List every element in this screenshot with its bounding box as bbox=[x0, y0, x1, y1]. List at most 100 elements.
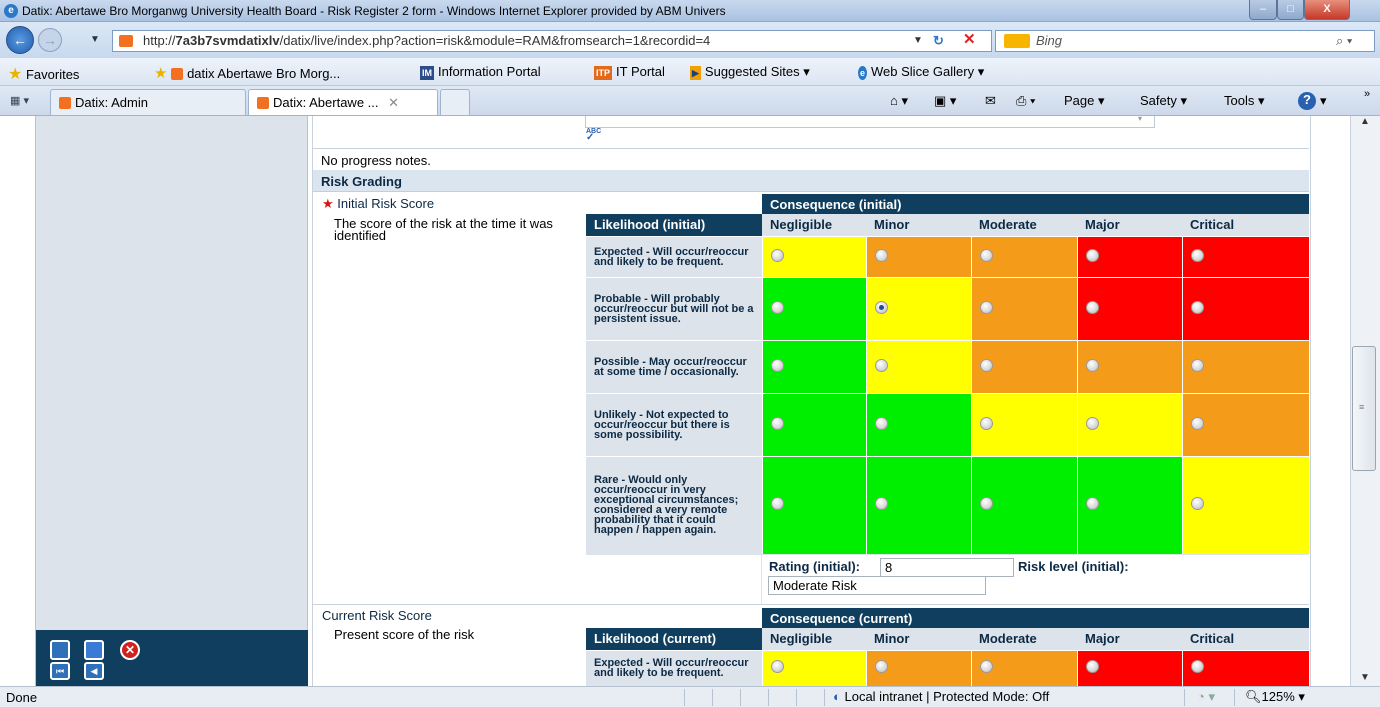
sidebar bbox=[36, 116, 308, 686]
right-margin bbox=[1310, 116, 1350, 686]
risk-radio[interactable] bbox=[770, 497, 784, 511]
page-menu[interactable]: Page ▾ bbox=[1064, 93, 1105, 109]
fav-datix-label: datix Abertawe Bro Morg... bbox=[187, 66, 341, 81]
safety-menu[interactable]: Safety ▾ bbox=[1140, 93, 1187, 109]
new-tab[interactable] bbox=[440, 89, 470, 115]
record-toolbar: ✕ ⏮ ◀ bbox=[36, 630, 308, 686]
print-icon[interactable]: ⎙ ▾ bbox=[1016, 93, 1035, 109]
search-icon[interactable]: ⌕ ▾ bbox=[1336, 31, 1352, 51]
help-icon[interactable]: ? bbox=[1298, 92, 1316, 110]
feeds-icon[interactable]: ▣ ▾ bbox=[934, 93, 956, 109]
risk-radio[interactable] bbox=[979, 358, 993, 372]
overflow-chevron-icon[interactable]: » bbox=[1364, 88, 1370, 100]
cancel-button[interactable]: ✕ bbox=[120, 640, 140, 660]
risk-radio[interactable] bbox=[1190, 248, 1204, 262]
risk-cell bbox=[1076, 392, 1182, 456]
back-arrow-icon: ← bbox=[13, 32, 27, 48]
risk-cell bbox=[1181, 235, 1309, 277]
risk-radio[interactable] bbox=[1190, 497, 1204, 511]
likelihood-initial-header: Likelihood (initial) bbox=[586, 214, 762, 236]
risk-radio[interactable] bbox=[874, 248, 888, 262]
risk-radio[interactable] bbox=[874, 416, 888, 430]
risk-radio[interactable] bbox=[874, 358, 888, 372]
fav-webslice[interactable]: e Web Slice Gallery ▾ bbox=[858, 64, 984, 80]
risk-cell bbox=[1076, 649, 1182, 686]
tools-menu[interactable]: Tools ▾ bbox=[1224, 93, 1265, 109]
risk-radio[interactable] bbox=[1085, 497, 1099, 511]
back-button[interactable]: ← bbox=[6, 26, 34, 54]
fav-info-portal[interactable]: IM Information Portal bbox=[420, 64, 541, 80]
tab-bar: ▦ ▾ Datix: Admin Datix: Abertawe ... ✕ ⌂… bbox=[0, 86, 1380, 116]
rating-initial-label: Rating (initial): bbox=[769, 559, 860, 574]
tab-datix-admin[interactable]: Datix: Admin bbox=[50, 89, 246, 115]
status-segment bbox=[712, 689, 740, 706]
risk-radio[interactable] bbox=[770, 660, 784, 674]
zoom-control[interactable]: 🔍︎125% ▾ bbox=[1234, 689, 1354, 706]
risk-cell bbox=[1076, 339, 1182, 393]
refresh-icon[interactable]: ↻ bbox=[933, 31, 944, 51]
help-dropdown-icon[interactable]: ▾ bbox=[1320, 93, 1327, 109]
previous-record-button[interactable]: ◀ bbox=[84, 662, 104, 680]
risk-radio[interactable] bbox=[1190, 660, 1204, 674]
col-header-minor: Minor bbox=[866, 214, 971, 236]
risk-radio[interactable] bbox=[770, 358, 784, 372]
search-field[interactable]: Bing ⌕ ▾ bbox=[995, 30, 1375, 52]
risk-radio[interactable] bbox=[1085, 248, 1099, 262]
url-field[interactable]: http://7a3b7svmdatixlv/datix/live/index.… bbox=[112, 30, 992, 52]
risk-radio[interactable] bbox=[1085, 300, 1099, 314]
risk-radio[interactable] bbox=[770, 300, 784, 314]
url-dropdown-icon[interactable]: ▼ bbox=[913, 31, 923, 51]
risk-radio[interactable] bbox=[874, 660, 888, 674]
section-title: Risk Grading bbox=[321, 174, 402, 189]
mail-icon[interactable]: ✉ bbox=[985, 93, 996, 109]
history-dropdown-icon[interactable]: ▼ bbox=[90, 34, 100, 45]
new-record-button[interactable] bbox=[50, 640, 70, 660]
protected-mode-icon[interactable]: ◔ ▾ bbox=[1184, 689, 1234, 706]
risk-radio[interactable] bbox=[770, 248, 784, 262]
tab-datix-abertawe[interactable]: Datix: Abertawe ... ✕ bbox=[248, 89, 438, 115]
current-risk-description: Present score of the risk bbox=[334, 627, 475, 642]
scroll-down-icon[interactable]: ▼ bbox=[1360, 672, 1370, 683]
zone-indicator[interactable]: ◐ Local intranet | Protected Mode: Off bbox=[824, 689, 1114, 706]
risk-radio[interactable] bbox=[979, 660, 993, 674]
risk-radio[interactable] bbox=[1085, 358, 1099, 372]
itp-icon: ITP bbox=[594, 66, 613, 80]
forward-button[interactable]: → bbox=[38, 28, 62, 52]
risk-radio[interactable] bbox=[1085, 660, 1099, 674]
spellcheck-icon[interactable]: ABC ✓ bbox=[586, 128, 601, 143]
scrollbar-thumb[interactable]: ≡ bbox=[1352, 346, 1376, 471]
risk-radio[interactable] bbox=[979, 300, 993, 314]
risk-cell bbox=[1181, 455, 1309, 554]
status-segment bbox=[684, 689, 712, 706]
home-icon[interactable]: ⌂ ▾ bbox=[890, 93, 908, 109]
scroll-up-icon[interactable]: ▲ bbox=[1360, 116, 1370, 127]
quick-tabs-icon[interactable]: ▦ ▾ bbox=[10, 94, 29, 107]
risk-radio[interactable] bbox=[1085, 416, 1099, 430]
address-bar: ← → ▼ http://7a3b7svmdatixlv/datix/live/… bbox=[0, 22, 1380, 58]
fav-datix[interactable]: ★ datix Abertawe Bro Morg... bbox=[154, 64, 340, 82]
first-record-button[interactable]: ⏮ bbox=[50, 662, 70, 680]
minimize-button[interactable]: – bbox=[1249, 0, 1277, 20]
save-button[interactable] bbox=[84, 640, 104, 660]
tab-close-icon[interactable]: ✕ bbox=[388, 95, 399, 110]
risk-cell bbox=[970, 392, 1077, 456]
risk-radio[interactable] bbox=[874, 300, 888, 314]
risk-radio[interactable] bbox=[874, 497, 888, 511]
risk-radio[interactable] bbox=[979, 416, 993, 430]
notes-textarea[interactable]: ▾ bbox=[585, 114, 1155, 128]
maximize-button[interactable]: □ bbox=[1277, 0, 1304, 20]
fav-it-portal[interactable]: ITP IT Portal bbox=[594, 64, 665, 80]
risk-radio[interactable] bbox=[979, 497, 993, 511]
risk-radio[interactable] bbox=[770, 416, 784, 430]
close-button[interactable]: X bbox=[1304, 0, 1350, 20]
fav-suggested-label: Suggested Sites ▾ bbox=[704, 64, 810, 79]
risk-radio[interactable] bbox=[1190, 358, 1204, 372]
risk-radio[interactable] bbox=[1190, 416, 1204, 430]
rating-initial-input[interactable] bbox=[880, 558, 1014, 577]
favorites-button[interactable]: ★ Favorites bbox=[8, 64, 79, 84]
risk-radio[interactable] bbox=[1190, 300, 1204, 314]
fav-suggested[interactable]: ▶ Suggested Sites ▾ bbox=[690, 64, 810, 80]
stop-icon[interactable]: ✕ bbox=[963, 31, 976, 50]
risk-level-initial-input[interactable] bbox=[768, 576, 986, 595]
risk-radio[interactable] bbox=[979, 248, 993, 262]
